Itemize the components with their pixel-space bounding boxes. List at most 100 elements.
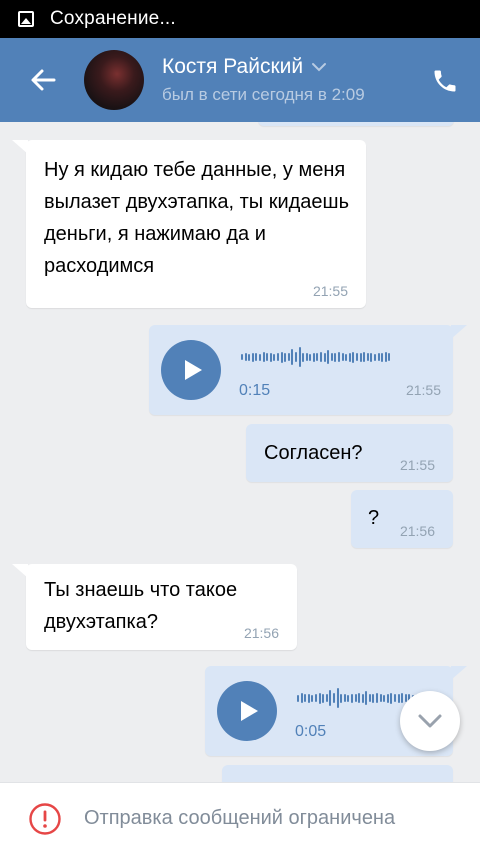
waveform-bar — [350, 693, 353, 703]
waveform-bar — [372, 693, 375, 703]
voice-duration: 0:15 — [239, 382, 271, 399]
waveform-bar — [365, 691, 368, 705]
waveform-bar — [327, 350, 330, 364]
waveform-bar — [370, 352, 373, 362]
waveform-bar — [381, 352, 384, 362]
waveform-bar — [297, 694, 299, 702]
waveform-bar — [356, 353, 358, 361]
message-text: Ну я кидаю тебе данные, у меня вылазет д… — [44, 159, 350, 277]
waveform-bar — [347, 694, 350, 702]
back-button[interactable] — [0, 38, 86, 122]
message-bubble-partial — [258, 122, 454, 126]
waveform-bar — [291, 349, 294, 365]
waveform-bar — [373, 353, 376, 361]
waveform-bar — [379, 694, 382, 702]
waveform-bar — [280, 351, 283, 363]
waveform-bar — [320, 352, 323, 362]
play-button[interactable] — [217, 681, 277, 741]
waveform-bar — [284, 352, 287, 362]
waveform-bar — [330, 353, 333, 361]
message-bubble-outgoing[interactable]: ? 21:56 — [351, 490, 453, 548]
message-text: Согласен? — [264, 442, 363, 464]
chat-title-block[interactable]: Костя Райский был в сети сегодня в 2:09 — [162, 55, 408, 105]
message-time: 21:55 — [399, 457, 435, 473]
status-text: Сохранение... — [50, 8, 176, 29]
chevron-down-icon — [418, 714, 442, 728]
status-bar: Сохранение... — [0, 0, 480, 38]
waveform-bar — [376, 693, 379, 703]
waveform-bar — [354, 694, 357, 702]
chevron-down-icon — [312, 63, 327, 72]
waveform-bar — [298, 347, 301, 367]
waveform-bar — [294, 352, 297, 362]
chat-header: Костя Райский был в сети сегодня в 2:09 — [0, 38, 480, 122]
waveform-bar — [307, 693, 310, 703]
audio-waveform[interactable] — [241, 347, 392, 367]
waveform-bar — [273, 353, 276, 361]
waveform-bar — [322, 693, 325, 703]
waveform-bar — [244, 353, 247, 361]
play-button[interactable] — [161, 340, 221, 400]
waveform-bar — [340, 693, 343, 703]
waveform-bar — [241, 354, 243, 360]
waveform-bar — [363, 352, 366, 362]
waveform-bar — [394, 694, 397, 702]
waveform-bar — [323, 352, 326, 362]
waveform-bar — [262, 352, 265, 362]
waveform-bar — [311, 694, 314, 702]
waveform-bar — [336, 688, 339, 708]
scroll-to-bottom-button[interactable] — [400, 691, 460, 751]
waveform-bar — [248, 353, 251, 361]
message-list[interactable]: Ну я кидаю тебе данные, у меня вылазет д… — [0, 122, 480, 782]
avatar[interactable] — [84, 50, 144, 110]
waveform-bar — [300, 693, 303, 703]
waveform-bar — [314, 694, 317, 702]
play-icon — [241, 701, 258, 721]
waveform-bar — [368, 694, 371, 702]
waveform-bar — [287, 353, 290, 361]
waveform-bar — [377, 353, 380, 361]
waveform-bar — [388, 353, 391, 361]
restricted-input-bar: Отправка сообщений ограничена — [0, 782, 480, 854]
voice-message-bubble[interactable]: 0:15 21:55 — [149, 325, 467, 415]
waveform-bar — [305, 353, 308, 361]
waveform-bar — [383, 694, 386, 702]
message-time: 21:55 — [312, 283, 348, 299]
waveform-bar — [251, 352, 254, 362]
waveform-bar — [329, 690, 332, 706]
waveform-bar — [341, 353, 344, 361]
restriction-notice: Отправка сообщений ограничена — [84, 807, 396, 829]
phone-icon — [434, 70, 456, 92]
waveform-bar — [269, 352, 272, 362]
waveform-bar — [266, 353, 269, 361]
waveform-bar — [312, 352, 315, 362]
waveform-bar — [348, 352, 351, 362]
waveform-bar — [358, 693, 361, 703]
waveform-bar — [304, 694, 307, 702]
play-icon — [185, 360, 202, 380]
image-icon — [18, 11, 34, 27]
message-time: 21:55 — [405, 382, 441, 398]
message-bubble-incoming[interactable]: Ты знаешь что такое двухэтапка? 21:56 — [12, 564, 297, 650]
waveform-bar — [302, 352, 305, 362]
message-text: ? — [368, 507, 380, 529]
waveform-bar — [345, 353, 348, 361]
waveform-bar — [338, 352, 341, 362]
waveform-bar — [390, 692, 393, 704]
waveform-bar — [384, 352, 387, 362]
message-time: 21:56 — [399, 523, 435, 539]
waveform-bar — [359, 352, 362, 362]
waveform-bar — [258, 353, 261, 361]
waveform-bar — [334, 352, 337, 362]
call-button[interactable] — [430, 66, 460, 96]
waveform-bar — [366, 353, 369, 361]
waveform-bar — [276, 353, 279, 361]
message-bubble-outgoing[interactable]: Согласен? 21:55 — [246, 424, 453, 482]
waveform-bar — [361, 693, 364, 703]
message-bubble-partial — [222, 765, 453, 782]
message-bubble-incoming[interactable]: Ну я кидаю тебе данные, у меня вылазет д… — [12, 140, 366, 308]
waveform-bar — [318, 692, 321, 704]
waveform-bar — [255, 353, 258, 361]
waveform-bar — [386, 693, 389, 703]
message-time: 21:56 — [243, 625, 279, 641]
